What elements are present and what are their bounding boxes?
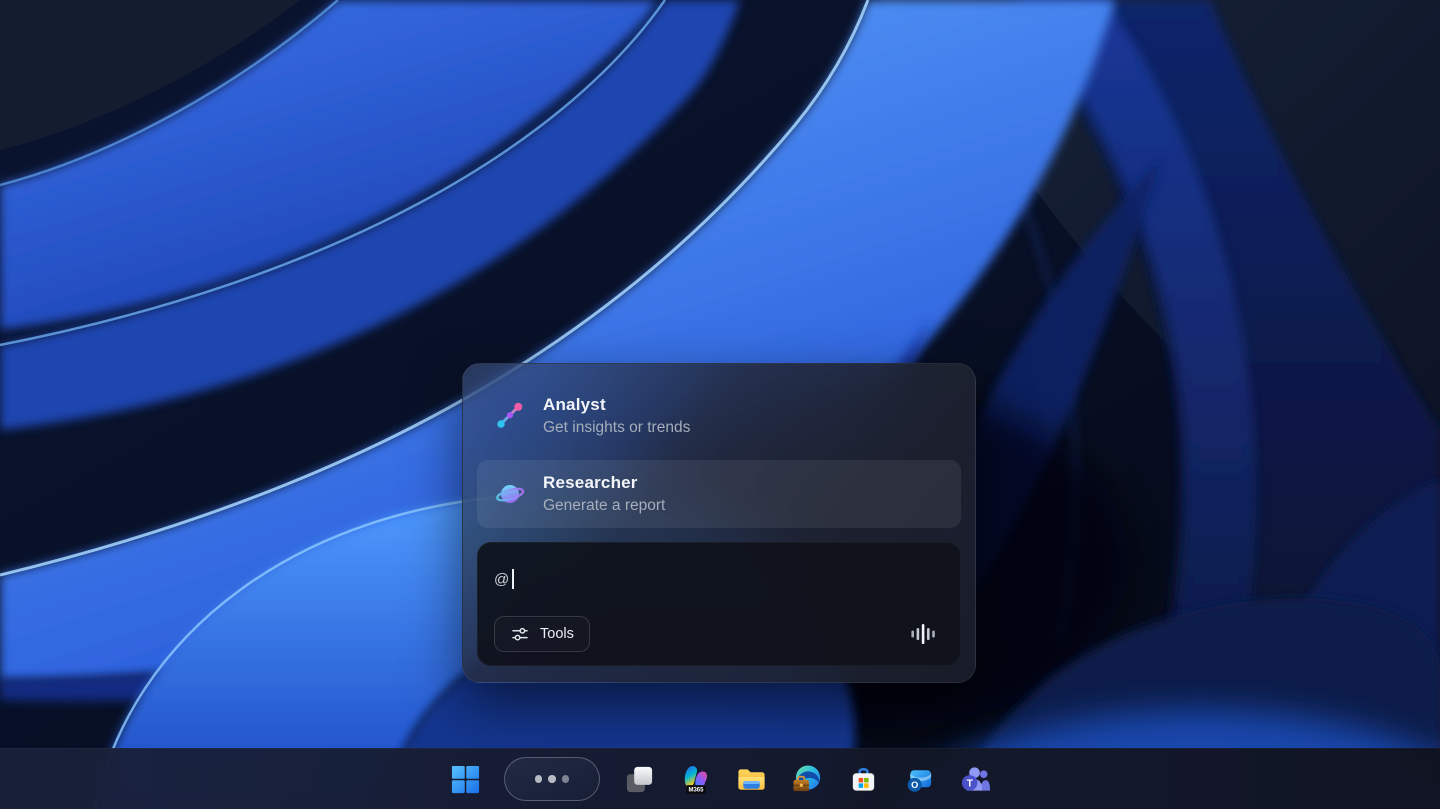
- agent-subtitle: Get insights or trends: [543, 419, 690, 437]
- folder-icon: [736, 764, 767, 795]
- store-bag-icon: [848, 764, 879, 795]
- analyst-trend-icon: [494, 400, 526, 432]
- m365-badge-label: M365: [688, 787, 704, 793]
- teams-button[interactable]: T: [958, 758, 992, 800]
- windows-logo-icon: [450, 764, 481, 795]
- edge-browser-button[interactable]: [790, 758, 824, 800]
- loading-dot: [535, 775, 543, 783]
- prompt-input-value: @: [494, 571, 509, 588]
- loading-dot: [548, 775, 556, 783]
- agent-subtitle: Generate a report: [543, 497, 665, 515]
- search-pill[interactable]: [504, 757, 600, 801]
- m365-copilot-button[interactable]: M365: [678, 758, 712, 800]
- text-caret: [512, 569, 514, 589]
- taskbar-center-icons: M365: [448, 757, 992, 801]
- outlook-letter: O: [911, 780, 918, 790]
- m365-copilot-icon: M365: [680, 764, 711, 795]
- task-view-icon: [624, 764, 655, 795]
- sliders-icon: [510, 624, 530, 644]
- agent-option-analyst[interactable]: Analyst Get insights or trends: [477, 380, 961, 452]
- taskbar: M365: [0, 748, 1440, 809]
- outlook-icon: O: [904, 764, 935, 795]
- copilot-composer-panel: Analyst Get insights or trends: [462, 363, 976, 683]
- teams-icon: T: [960, 764, 991, 795]
- agent-option-researcher[interactable]: Researcher Generate a report: [477, 460, 961, 528]
- loading-dot: [562, 775, 570, 783]
- edge-briefcase-icon: [792, 764, 823, 795]
- microsoft-store-button[interactable]: [846, 758, 880, 800]
- researcher-planet-icon: [494, 478, 526, 510]
- prompt-input-card[interactable]: @ Tools: [477, 542, 961, 666]
- voice-waveform-icon: [910, 621, 936, 647]
- teams-letter: T: [966, 778, 973, 789]
- start-button[interactable]: [448, 758, 482, 800]
- tools-button-label: Tools: [540, 626, 574, 642]
- desktop: Analyst Get insights or trends: [0, 0, 1440, 809]
- voice-input-button[interactable]: [906, 617, 940, 651]
- task-view-button[interactable]: [622, 758, 656, 800]
- file-explorer-button[interactable]: [734, 758, 768, 800]
- agent-title: Analyst: [543, 395, 690, 415]
- outlook-button[interactable]: O: [902, 758, 936, 800]
- tools-button[interactable]: Tools: [494, 616, 590, 652]
- prompt-input[interactable]: @: [494, 567, 944, 591]
- agent-title: Researcher: [543, 473, 665, 493]
